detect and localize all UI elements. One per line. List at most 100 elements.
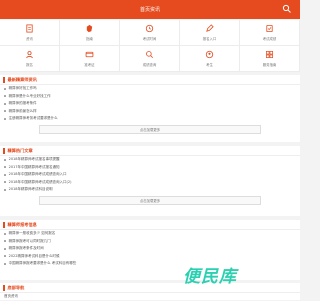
menu-item-label: 考生: [206, 63, 213, 67]
bullet-icon: [4, 232, 6, 235]
list-item[interactable]: 2018年精算师考试科目说明: [0, 186, 300, 194]
search-icon[interactable]: [282, 4, 292, 14]
section-header: 底部导航: [0, 283, 300, 293]
clock-icon: [145, 24, 154, 33]
menu-item-signup[interactable]: 报名: [0, 46, 60, 72]
list-item-text: 首页资讯: [4, 294, 18, 299]
bullet-icon: [4, 102, 6, 105]
list-item-text: 精算师的报考条件: [8, 101, 37, 106]
section-title: 精算热门文章: [7, 147, 33, 153]
section-header: 精算热门文章: [0, 146, 300, 156]
bullet-icon: [4, 158, 6, 161]
bullet-icon: [4, 87, 6, 90]
list-item[interactable]: 精算师一般收费多少 如何报名: [0, 230, 300, 238]
menu-item-label: 报名入口: [202, 37, 217, 41]
menu-item-label: 指南: [86, 37, 93, 41]
section-accent-bar: [3, 284, 5, 291]
list-item-text: 精算师一般收费多少 如何报名: [8, 231, 56, 236]
bullet-icon: [4, 262, 6, 265]
list-item[interactable]: 精算师前景怎么样: [0, 108, 300, 116]
list-item[interactable]: 精算师的报考条件: [0, 100, 300, 108]
list-item-text: 精算师好找工作吗: [8, 86, 37, 91]
list-item[interactable]: 精算师报考可以同时报几门: [0, 238, 300, 246]
menu-item-guide[interactable]: 指南: [60, 20, 120, 46]
watermark-logo: 便民库: [183, 267, 237, 287]
list-item-text: 中国精算师报考要求是什么 考试科目有哪些: [8, 261, 77, 266]
bullet-icon: [4, 188, 6, 191]
bullet-icon: [4, 247, 6, 250]
map-icon: [86, 24, 93, 33]
hot-articles-section: 精算热门文章 2018年精算师考试报名事项提醒 2017年中国精算师考试报名通知…: [0, 146, 300, 216]
menu-item-candidate[interactable]: 考生: [180, 46, 240, 72]
list-item-text: 2018年精算师考试科目说明: [8, 187, 53, 192]
list-item-text: 精算师报考可以同时报几门: [8, 238, 51, 243]
menu-item-label: 考试成绩: [262, 37, 277, 41]
section-header: 最新精算师资讯: [0, 75, 300, 85]
list-item-text: 精算师是什么专业好找工作: [8, 93, 51, 98]
section-title: 精算师报考信息: [7, 221, 37, 227]
menu-item-admission-ticket[interactable]: 准考证: [60, 46, 120, 72]
section-accent-bar: [3, 221, 5, 228]
page-title: 首页资讯: [139, 7, 160, 13]
bullet-icon: [4, 173, 6, 176]
doc-icon: [266, 24, 273, 33]
list-item-text: 精算师前景怎么样: [8, 108, 37, 113]
menu-item-label: 成绩查询: [142, 63, 157, 67]
list-item-text: 2018年中国精算师考试成绩查询入口: [8, 172, 67, 177]
bullet-icon: [4, 95, 6, 98]
search-icon: [146, 51, 154, 59]
load-more-button[interactable]: 点击加载更多: [39, 124, 261, 134]
list-item-text: 注册精算师考务考试要求是什么: [8, 116, 58, 121]
list-item[interactable]: 2022精算师考试科目是什么时候: [0, 253, 300, 261]
person-icon: [205, 50, 214, 59]
list-item[interactable]: 中国精算师报考要求是什么 考试科目有哪些: [0, 260, 300, 268]
list-item[interactable]: 精算师报考条件及时间: [0, 245, 300, 253]
section-title: 底部导航: [7, 284, 25, 290]
menu-item-label: 考试时间: [142, 37, 157, 41]
list-item-text: 2018年精算师考试报名事项提醒: [8, 157, 60, 162]
top-navigation-bar: 首页资讯: [0, 0, 300, 19]
page-icon: [26, 24, 33, 33]
section-accent-bar: [3, 147, 5, 154]
menu-item-label: 准考证: [84, 63, 95, 67]
list-item[interactable]: 精算师是什么专业好找工作: [0, 93, 300, 101]
list-item[interactable]: 2018年中国精算师考试成绩查询入口: [0, 171, 300, 179]
menu-item-label: 报名: [26, 63, 33, 67]
latest-news-section: 最新精算师资讯 精算师好找工作吗 精算师是什么专业好找工作 精算师的报考条件 精…: [0, 75, 300, 142]
pen-icon: [206, 24, 214, 32]
section-title: 最新精算师资讯: [7, 76, 37, 82]
list-item[interactable]: 2018年中国精算师考试成绩查询入口(2): [0, 179, 300, 187]
list-item[interactable]: 精算师好找工作吗: [0, 85, 300, 93]
card-icon: [85, 51, 94, 58]
list-item[interactable]: 注册精算师考务考试要求是什么: [0, 115, 300, 123]
bullet-icon: [4, 166, 6, 169]
load-more-button[interactable]: 点击加载更多: [39, 195, 261, 205]
list-item[interactable]: 2017年中国精算师考试报名通知: [0, 164, 300, 172]
category-menu: 资讯 指南 考试时间 报名入口 考试成绩 报名 准考证 成绩查询 考生 服务指南: [0, 20, 300, 72]
menu-item-exam-time[interactable]: 考试时间: [120, 20, 180, 46]
grid-icon: [265, 50, 274, 59]
menu-item-news[interactable]: 资讯: [0, 20, 60, 46]
exam-info-section: 精算师报考信息 精算师一般收费多少 如何报名 精算师报考可以同时报几门 精算师报…: [0, 220, 300, 280]
menu-item-label: 资讯: [26, 37, 33, 41]
list-item-text: 2022精算师考试科目是什么时候: [8, 253, 60, 258]
bullet-icon: [4, 240, 6, 243]
user-icon: [26, 51, 33, 59]
menu-item-score-query[interactable]: 成绩查询: [120, 46, 180, 72]
section-accent-bar: [3, 76, 5, 83]
section-header: 精算师报考信息: [0, 220, 300, 230]
list-item-text: 精算师报考条件及时间: [8, 246, 44, 251]
bullet-icon: [4, 110, 6, 113]
list-item-text: 2018年中国精算师考试成绩查询入口(2): [8, 179, 72, 184]
menu-item-scores[interactable]: 考试成绩: [240, 20, 300, 46]
list-item[interactable]: 首页资讯: [0, 293, 300, 301]
list-item[interactable]: 2018年精算师考试报名事项提醒: [0, 156, 300, 164]
list-item-text: 2017年中国精算师考试报名通知: [8, 164, 60, 169]
menu-item-label: 服务指南: [262, 63, 277, 67]
menu-item-registration[interactable]: 报名入口: [180, 20, 240, 46]
bullet-icon: [4, 255, 6, 258]
footer-nav-section: 底部导航 首页资讯: [0, 283, 300, 300]
bullet-icon: [4, 117, 6, 120]
menu-item-service-guide[interactable]: 服务指南: [240, 46, 300, 72]
bullet-icon: [4, 181, 6, 184]
